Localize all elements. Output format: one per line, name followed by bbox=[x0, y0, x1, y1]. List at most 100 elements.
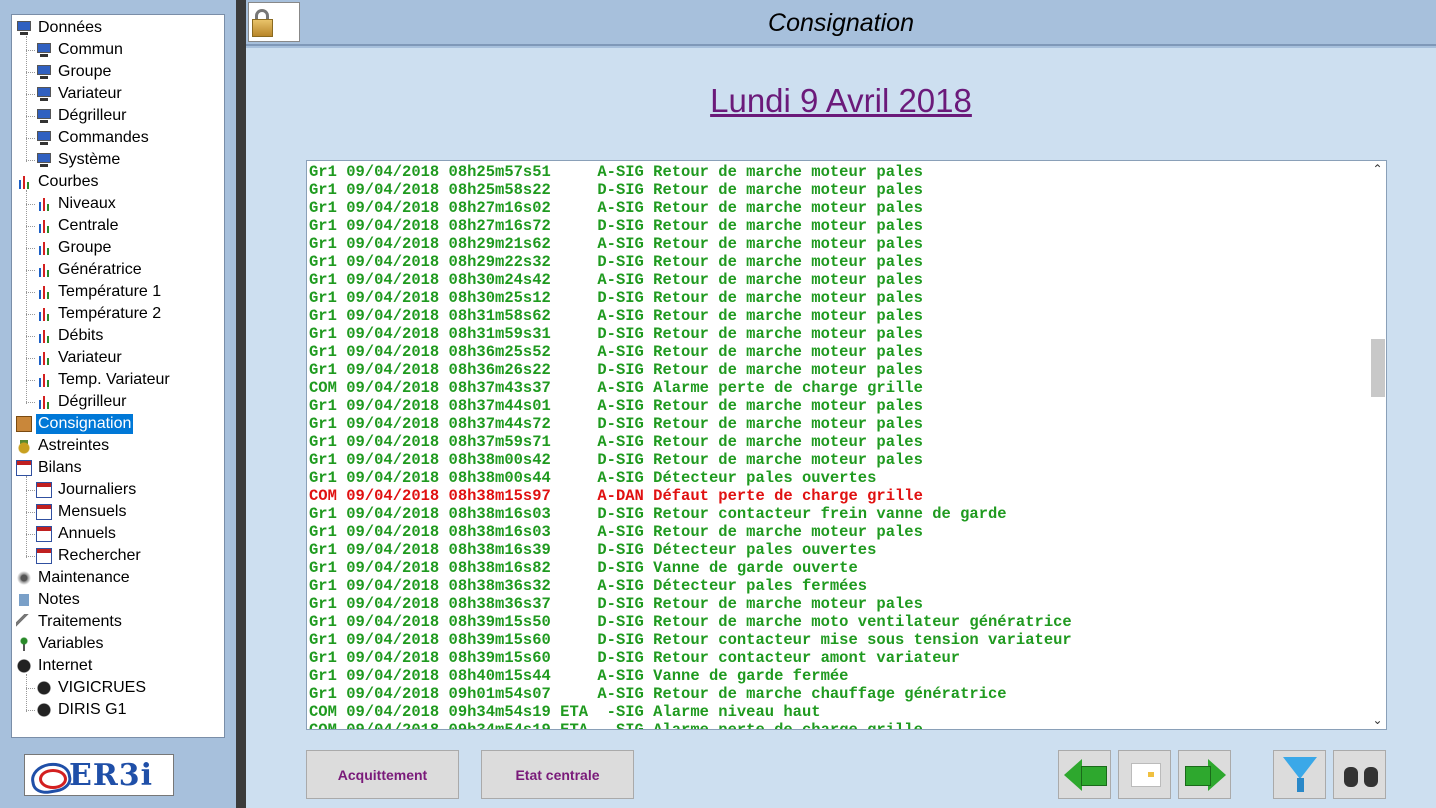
filter-button[interactable] bbox=[1273, 750, 1326, 799]
tree-connector bbox=[26, 72, 35, 73]
scroll-thumb[interactable] bbox=[1371, 339, 1385, 397]
log-entry: Gr1 09/04/2018 08h30m24s42 A-SIG Retour … bbox=[309, 271, 923, 289]
computer-icon bbox=[36, 108, 52, 124]
tree-connector bbox=[26, 556, 35, 557]
tree-connector bbox=[26, 116, 35, 117]
log-entry: Gr1 09/04/2018 08h27m16s72 D-SIG Retour … bbox=[309, 217, 923, 235]
tree-item-astreintes[interactable]: Astreintes bbox=[16, 436, 111, 456]
calendar-icon bbox=[1131, 763, 1161, 787]
calendar-icon bbox=[36, 548, 52, 564]
tree-item-temp-rature-1[interactable]: Température 1 bbox=[36, 282, 163, 302]
acknowledge-button[interactable]: Acquittement bbox=[306, 750, 459, 799]
tree-item-diris-g1[interactable]: DIRIS G1 bbox=[36, 700, 128, 720]
tree-item-syst-me[interactable]: Système bbox=[36, 150, 122, 170]
tree-item-variateur[interactable]: Variateur bbox=[36, 84, 124, 104]
tree-item-donn-es[interactable]: Données bbox=[16, 18, 104, 38]
tree-item-label: Journaliers bbox=[58, 481, 137, 498]
tree-item-temp-variateur[interactable]: Temp. Variateur bbox=[36, 370, 172, 390]
tree-item-variateur[interactable]: Variateur bbox=[36, 348, 124, 368]
vertical-scrollbar[interactable]: ⌃ ⌄ bbox=[1369, 161, 1386, 729]
chart-icon bbox=[36, 350, 52, 366]
tree-item-commandes[interactable]: Commandes bbox=[36, 128, 151, 148]
tree-connector bbox=[26, 138, 35, 139]
scroll-down-icon[interactable]: ⌄ bbox=[1369, 712, 1386, 729]
tree-item-d-bits[interactable]: Débits bbox=[36, 326, 105, 346]
navigation-tree[interactable]: Données Commun Groupe Variateur Dégrilleur Co… bbox=[11, 14, 225, 738]
log-entry: Gr1 09/04/2018 08h38m36s32 A-SIG Détecte… bbox=[309, 577, 868, 595]
log-entry: COM 09/04/2018 09h34m54s19 ETA -SIG Alar… bbox=[309, 703, 821, 721]
tree-item-centrale[interactable]: Centrale bbox=[36, 216, 120, 236]
tree-connector bbox=[26, 710, 35, 711]
tree-item-groupe[interactable]: Groupe bbox=[36, 238, 113, 258]
tree-item-notes[interactable]: Notes bbox=[16, 590, 82, 610]
tree-item-label: Commun bbox=[58, 41, 123, 58]
lock-button[interactable] bbox=[248, 2, 300, 42]
tree-connector bbox=[26, 204, 35, 205]
tree-connector bbox=[26, 248, 35, 249]
tree-item-label: DIRIS G1 bbox=[58, 701, 127, 718]
calendar-button[interactable] bbox=[1118, 750, 1171, 799]
tree-connector bbox=[26, 36, 27, 162]
log-entry: COM 09/04/2018 09h34m54s19 ETA -SIG Alar… bbox=[309, 721, 923, 730]
chart-icon bbox=[36, 394, 52, 410]
previous-day-button[interactable] bbox=[1058, 750, 1111, 799]
tree-item-d-grilleur[interactable]: Dégrilleur bbox=[36, 392, 128, 412]
tree-connector bbox=[26, 336, 35, 337]
tree-item-niveaux[interactable]: Niveaux bbox=[36, 194, 118, 214]
panel-divider[interactable] bbox=[236, 0, 246, 808]
tree-item-label: Mensuels bbox=[58, 503, 127, 520]
tree-item-label: Courbes bbox=[38, 173, 99, 190]
tree-item-courbes[interactable]: Courbes bbox=[16, 172, 100, 192]
tree-item-temp-rature-2[interactable]: Température 2 bbox=[36, 304, 163, 324]
page-title: Consignation bbox=[768, 9, 914, 37]
tree-item-variables[interactable]: Variables bbox=[16, 634, 106, 654]
filter-funnel-icon bbox=[1283, 757, 1317, 779]
tree-item-annuels[interactable]: Annuels bbox=[36, 524, 118, 544]
tree-connector bbox=[26, 160, 35, 161]
tree-item-traitements[interactable]: Traitements bbox=[16, 612, 124, 632]
chart-icon bbox=[36, 372, 52, 388]
logo-mark-icon bbox=[29, 759, 69, 791]
main-content: Lundi 9 Avril 2018 Gr1 09/04/2018 08h25m… bbox=[246, 48, 1436, 808]
tree-item-bilans[interactable]: Bilans bbox=[16, 458, 84, 478]
search-button[interactable] bbox=[1333, 750, 1386, 799]
calendar-icon bbox=[16, 460, 32, 476]
arrow-right-icon bbox=[1184, 759, 1226, 791]
astreintes-icon bbox=[16, 438, 32, 454]
log-entry: Gr1 09/04/2018 08h39m15s60 D-SIG Retour … bbox=[309, 631, 1072, 649]
computer-icon bbox=[36, 130, 52, 146]
computer-icon bbox=[36, 64, 52, 80]
tree-item-rechercher[interactable]: Rechercher bbox=[36, 546, 143, 566]
tree-item-g-n-ratrice[interactable]: Génératrice bbox=[36, 260, 144, 280]
tree-item-label: Dégrilleur bbox=[58, 107, 127, 124]
tree-item-mensuels[interactable]: Mensuels bbox=[36, 502, 128, 522]
title-bar: Consignation bbox=[246, 0, 1436, 46]
tree-item-consignation[interactable]: Consignation bbox=[16, 414, 134, 434]
log-entry: Gr1 09/04/2018 08h37m44s01 A-SIG Retour … bbox=[309, 397, 923, 415]
log-entry: Gr1 09/04/2018 08h39m15s50 D-SIG Retour … bbox=[309, 613, 1072, 631]
scroll-up-icon[interactable]: ⌃ bbox=[1369, 161, 1386, 178]
tree-item-commun[interactable]: Commun bbox=[36, 40, 125, 60]
tree-connector bbox=[26, 402, 35, 403]
log-entry: Gr1 09/04/2018 08h37m44s72 D-SIG Retour … bbox=[309, 415, 923, 433]
tree-item-maintenance[interactable]: Maintenance bbox=[16, 568, 132, 588]
tree-connector bbox=[26, 50, 35, 51]
tree-item-d-grilleur[interactable]: Dégrilleur bbox=[36, 106, 128, 126]
tree-item-internet[interactable]: Internet bbox=[16, 656, 94, 676]
next-day-button[interactable] bbox=[1178, 750, 1231, 799]
tree-connector bbox=[26, 688, 35, 689]
er3i-logo: ER3i bbox=[24, 754, 174, 796]
tree-item-vigicrues[interactable]: VIGICRUES bbox=[36, 678, 148, 698]
binoculars-icon bbox=[1344, 763, 1378, 789]
date-heading[interactable]: Lundi 9 Avril 2018 bbox=[246, 82, 1436, 120]
chart-icon bbox=[36, 262, 52, 278]
log-list[interactable]: Gr1 09/04/2018 08h25m57s51 A-SIG Retour … bbox=[306, 160, 1387, 730]
filter-funnel-stem bbox=[1297, 778, 1304, 792]
tree-item-label: Groupe bbox=[58, 63, 112, 80]
station-state-button[interactable]: Etat centrale bbox=[481, 750, 634, 799]
tree-item-label: Variateur bbox=[58, 349, 122, 366]
logo-text: ER3i bbox=[69, 757, 154, 793]
tree-item-journaliers[interactable]: Journaliers bbox=[36, 480, 138, 500]
tree-connector bbox=[26, 314, 35, 315]
tree-item-groupe[interactable]: Groupe bbox=[36, 62, 113, 82]
